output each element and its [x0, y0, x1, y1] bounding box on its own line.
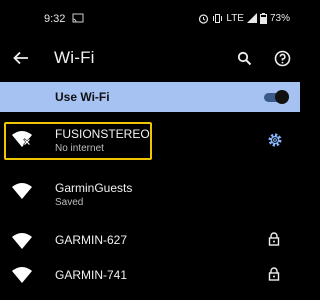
search-button[interactable] [234, 48, 254, 68]
search-icon [237, 51, 251, 65]
status-time: 9:32 [44, 13, 66, 25]
network-row-garmin-741[interactable]: GARMIN-741 [0, 256, 300, 300]
status-icons: LTE 73% [198, 12, 290, 24]
network-settings-button[interactable] [266, 131, 284, 149]
battery-icon [259, 12, 267, 24]
wifi-no-internet-icon [12, 131, 32, 147]
network-row-fusionstereo[interactable]: FUSIONSTEREO No internet [0, 118, 300, 162]
network-name: GARMIN-741 [55, 268, 128, 282]
battery-percent: 73% [269, 12, 290, 24]
use-wifi-label: Use Wi-Fi [55, 90, 110, 104]
back-button[interactable] [10, 48, 32, 68]
network-status: No internet [55, 143, 104, 154]
gear-icon [268, 133, 282, 147]
back-arrow-icon [13, 51, 28, 65]
toggle-thumb [275, 90, 289, 104]
use-wifi-row[interactable]: Use Wi-Fi [0, 82, 300, 112]
lock-icon [268, 232, 280, 246]
lock-icon [268, 267, 280, 281]
cast-icon [72, 13, 84, 23]
status-bar: 9:32 LTE 73% [0, 0, 300, 34]
toolbar: Wi-Fi [0, 34, 300, 82]
network-type-label: LTE [226, 12, 244, 24]
network-name: FUSIONSTEREO [55, 127, 150, 141]
alarm-icon [199, 13, 209, 24]
vibrate-icon [213, 13, 223, 23]
network-status: Saved [55, 197, 84, 208]
page-title: Wi-Fi [54, 48, 95, 67]
network-row-garminguests[interactable]: GarminGuests Saved [0, 170, 300, 214]
wifi-icon [12, 233, 32, 249]
use-wifi-toggle[interactable] [262, 90, 289, 104]
network-name: GarminGuests [55, 181, 133, 195]
help-icon [274, 50, 290, 66]
help-button[interactable] [272, 48, 292, 68]
network-name: GARMIN-627 [55, 233, 128, 247]
wifi-icon [12, 183, 32, 199]
wifi-icon [12, 267, 32, 283]
lte-signal-icon [246, 13, 257, 23]
